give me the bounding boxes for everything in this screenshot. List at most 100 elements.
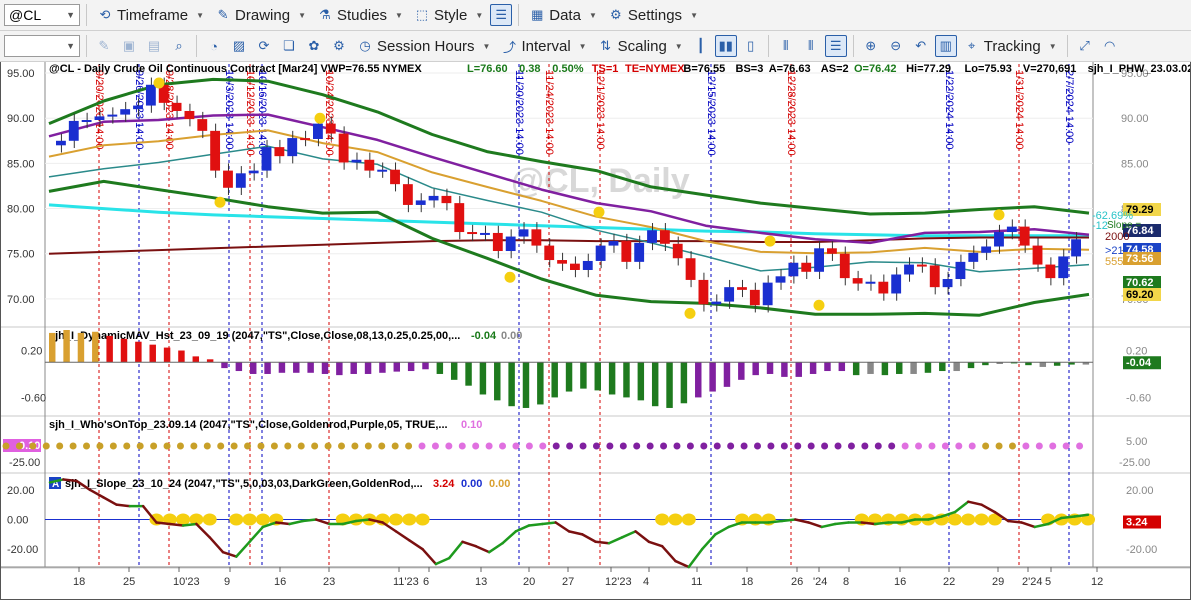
quote-field: BS=3 — [736, 63, 764, 75]
slope-zero-zone-marker — [668, 513, 683, 526]
layout-toggle-icon[interactable]: ☰ — [824, 35, 847, 57]
whos-on-top-dot — [56, 442, 64, 450]
style-button[interactable]: ⬚ Style ▼ — [410, 3, 487, 27]
whos-on-top-dot — [633, 442, 641, 450]
whos-on-top-dot — [69, 442, 77, 450]
layers-icon[interactable]: ❏ — [278, 35, 300, 57]
add-chart-icon[interactable]: ⤢ — [1074, 35, 1096, 57]
chevron-down-icon[interactable]: ▼ — [66, 41, 75, 51]
mav-histogram-bar — [221, 362, 228, 369]
mav-histogram-bar — [967, 362, 975, 369]
layout-toggle-icon[interactable]: ☰ — [490, 4, 513, 26]
mav-histogram-bar — [709, 362, 716, 392]
mav-histogram-bar — [852, 362, 860, 376]
whos-on-top-dot — [431, 442, 439, 450]
studies-button[interactable]: ⚗ Studies ▼ — [313, 3, 407, 27]
whos-on-top-dot — [1076, 442, 1084, 450]
window-icon[interactable]: ▣ — [118, 35, 140, 57]
mav-histogram-bar — [608, 362, 616, 395]
candle-chart-icon[interactable]: ▮▮ — [714, 35, 737, 57]
vertical-marker-label: 1/31/2024 14:00 — [1013, 70, 1025, 150]
mav-histogram-bar — [393, 362, 401, 372]
vertical-marker-label: 11/20/2023 14:00 — [513, 70, 525, 155]
chart-window[interactable]: 95.0095.0090.0090.0085.0085.0080.0080.00… — [0, 62, 1191, 600]
time-axis-label: 25 — [123, 576, 135, 588]
tracking-button[interactable]: ⌖ Tracking ▼ — [960, 34, 1061, 58]
vertical-marker-label: 12/28/2023 14:00 — [785, 70, 797, 156]
time-axis-label: 26 — [791, 576, 803, 588]
scaling-label: Scaling — [617, 37, 667, 55]
price-y-tick-left: 90.00 — [7, 113, 35, 125]
expand-bars-icon[interactable]: ⦀ — [775, 35, 797, 57]
interval-button[interactable]: ⤴ Interval ▼ — [497, 34, 590, 58]
slope-line-segment — [155, 521, 172, 526]
symbol-input[interactable]: @CL ▼ — [4, 4, 80, 26]
price-candle — [531, 229, 542, 246]
style-label: Style — [433, 6, 468, 24]
settings-grid-icon[interactable]: ⚙ — [328, 35, 350, 57]
price-candle — [659, 230, 670, 244]
interval-combo[interactable]: ▼ — [4, 35, 80, 57]
studies-label: Studies — [337, 6, 388, 24]
price-candle — [1045, 264, 1056, 279]
mav-histogram-bar — [192, 356, 200, 363]
time-axis-label: 13 — [475, 576, 487, 588]
style-icon: ⬚ — [415, 7, 429, 22]
chart-canvas[interactable]: 95.0095.0090.0090.0085.0085.0080.0080.00… — [1, 62, 1191, 600]
gauge-icon[interactable]: ◔ — [203, 35, 225, 57]
whos-on-top-dot — [847, 442, 855, 450]
price-candle — [68, 120, 79, 141]
level-annotation: 555 — [1105, 256, 1123, 268]
compress-bars-icon[interactable]: ⦀ — [800, 35, 822, 57]
slope-line-segment — [767, 519, 784, 524]
zoom-search-icon[interactable]: ⌕ — [168, 35, 190, 57]
price-chart-title: @CL - Daily Crude Oil Continuous Contrac… — [49, 63, 422, 75]
whos-on-top-dot — [525, 442, 533, 450]
whos-on-top-dot — [29, 442, 37, 450]
mav-histogram-bar — [1039, 362, 1047, 367]
price-candle — [287, 138, 298, 157]
sync-icon[interactable]: ⟳ — [253, 35, 275, 57]
time-axis-label: 6 — [423, 576, 429, 588]
mav-histogram-bar — [494, 362, 501, 401]
data-window-icon[interactable]: ▥ — [934, 35, 957, 57]
zoom-out-icon[interactable]: ⊖ — [885, 35, 907, 57]
whos-on-top-dot — [512, 442, 520, 450]
zoom-in-icon[interactable]: ⊕ — [860, 35, 882, 57]
quote-field: V=270,691 — [1023, 63, 1077, 75]
hollow-candle-icon[interactable]: ▯ — [740, 35, 762, 57]
slope-zero-zone-marker — [415, 513, 430, 526]
mav-histogram-bar — [666, 362, 673, 408]
whos-on-top-value: 0.10 — [461, 419, 482, 431]
bar-chart-icon[interactable]: ┃ — [690, 35, 712, 57]
palette-icon[interactable]: ✿ — [303, 35, 325, 57]
price-candle — [210, 130, 221, 171]
drawing-icon: ✎ — [217, 7, 229, 22]
monitor-icon[interactable]: ◠ — [1099, 35, 1121, 57]
drawing-button[interactable]: ✎ Drawing ▼ — [211, 3, 310, 27]
interval-label: Interval — [521, 37, 571, 55]
settings-button[interactable]: ⚙ Settings ▼ — [604, 3, 702, 27]
edit-icon[interactable]: ✎ — [93, 35, 115, 57]
mav-histogram-bar — [637, 362, 645, 401]
price-candle — [852, 278, 863, 284]
mav-histogram-bar — [63, 330, 70, 363]
whos-on-top-dot — [351, 442, 359, 450]
chevron-down-icon[interactable]: ▼ — [66, 10, 75, 20]
tracking-icon: ⌖ — [968, 38, 976, 53]
data-button[interactable]: ▦ Data ▼ — [525, 3, 601, 27]
session-hours-button[interactable]: ◷ Session Hours ▼ — [353, 34, 494, 58]
price-candle — [223, 170, 233, 188]
mav-histogram-bar — [350, 362, 357, 374]
scaling-button[interactable]: ⇅ Scaling ▼ — [594, 34, 687, 58]
price-candle — [377, 169, 388, 172]
whos-on-top-dot — [297, 442, 305, 450]
undo-zoom-icon[interactable]: ↶ — [910, 35, 932, 57]
grid-icon[interactable]: ▤ — [143, 35, 165, 57]
whos-on-top-dot — [794, 442, 802, 450]
image-icon[interactable]: ▨ — [228, 35, 250, 57]
time-axis-label: 18 — [73, 576, 85, 588]
price-candle — [891, 274, 902, 294]
timeframe-button[interactable]: ⟲ Timeframe ▼ — [93, 3, 208, 27]
studies-icon: ⚗ — [319, 7, 331, 22]
